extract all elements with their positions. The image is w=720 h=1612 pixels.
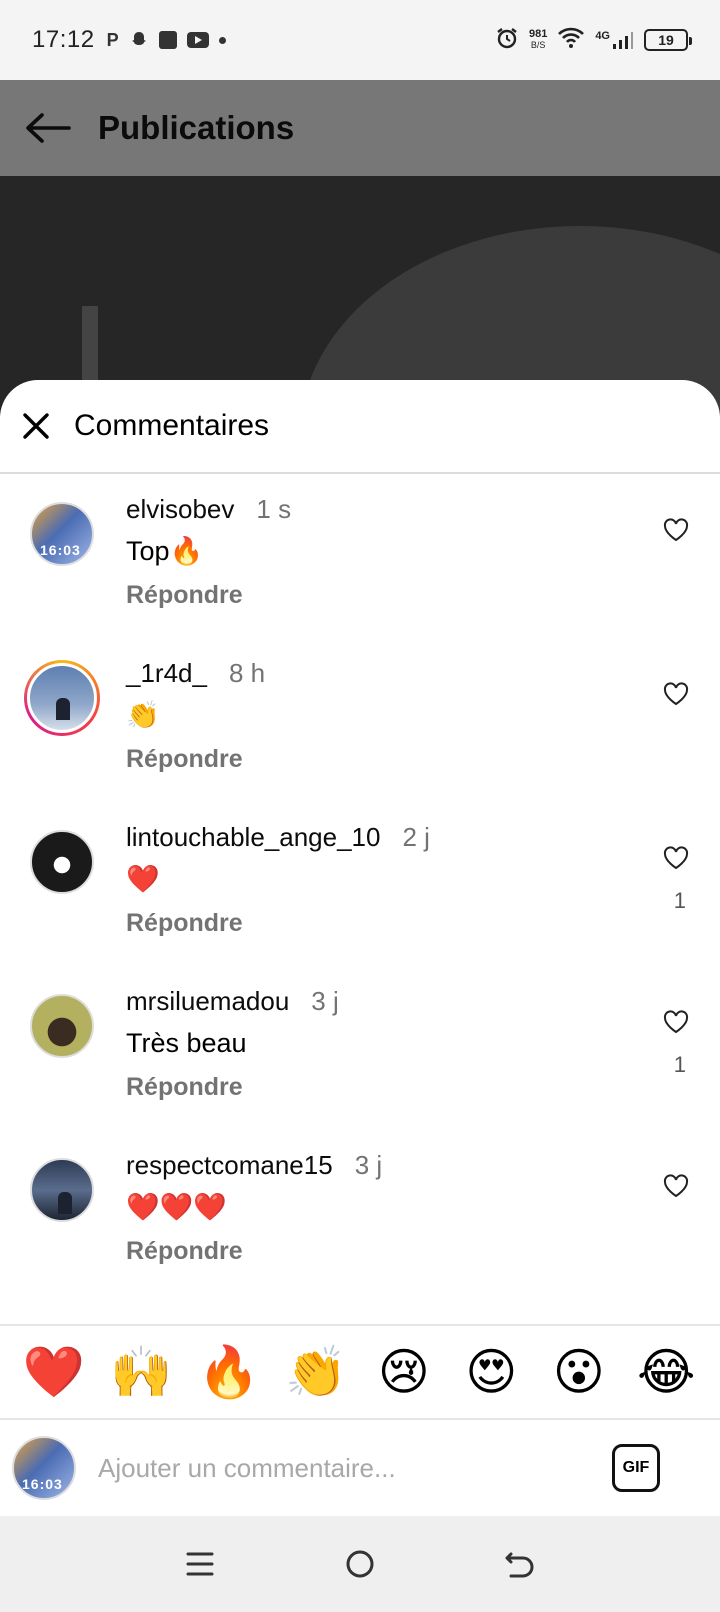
emoji-fire-button[interactable]: 🔥 (194, 1342, 264, 1402)
comments-list: 16:03 elvisobev 1 s Top🔥 Répondre _1r4d_… (0, 476, 720, 1296)
wifi-icon (557, 27, 585, 54)
comment-text: ❤️ (126, 864, 160, 894)
menu-icon[interactable] (176, 1540, 224, 1588)
comment-item: _1r4d_ 8 h 👏 Répondre (0, 640, 720, 804)
square-icon (158, 31, 177, 49)
like-heart-icon[interactable] (662, 680, 690, 708)
avatar (30, 994, 94, 1058)
comment-avatar[interactable] (28, 828, 96, 896)
like-count: 1 (673, 1052, 686, 1077)
avatar-figure (56, 698, 70, 720)
comment-username[interactable]: respectcomane15 (126, 1150, 333, 1181)
emoji-heart-button[interactable]: ❤️ (19, 1342, 89, 1402)
avatar (30, 1158, 94, 1222)
notification-icons: P (107, 30, 226, 51)
home-circle-icon[interactable] (336, 1540, 384, 1588)
avatar-badge-text: 16:03 (40, 542, 81, 558)
avatar-figure (58, 1192, 72, 1214)
status-bar: 17:12 P 981 B/S 4G 19 (0, 0, 720, 80)
comment-time: 8 h (228, 658, 266, 688)
net-speed-unit: B/S (530, 40, 546, 50)
comment-text: ❤️❤️❤️ (126, 1192, 227, 1222)
reply-button[interactable]: Répondre (126, 909, 640, 938)
youtube-icon (186, 32, 209, 48)
like-heart-icon[interactable] (662, 516, 690, 544)
comment-avatar[interactable]: 16:03 (28, 500, 96, 568)
net-speed-value: 981 (528, 28, 548, 40)
comment-item: lintouchable_ange_10 2 j ❤️ Répondre 1 (0, 804, 720, 968)
avatar: 16:03 (30, 502, 94, 566)
comment-text: 👏 (126, 700, 160, 730)
dot-icon (218, 36, 226, 44)
comment-username[interactable]: _1r4d_ (126, 658, 207, 689)
avatar (30, 830, 94, 894)
comment-username[interactable]: elvisobev (126, 494, 234, 525)
comments-sheet-header: Commentaires (0, 380, 720, 474)
status-time: 17:12 (32, 26, 95, 53)
comment-item: 16:03 elvisobev 1 s Top🔥 Répondre (0, 476, 720, 640)
emoji-quick-bar: ❤️ 🙌 🔥 👏 😢 😍 😮 😂 (0, 1324, 720, 1420)
close-icon[interactable] (20, 410, 52, 442)
emoji-laughing-button[interactable]: 😂 (631, 1342, 701, 1402)
comment-username[interactable]: mrsiluemadou (126, 986, 289, 1017)
comment-username[interactable]: lintouchable_ange_10 (126, 822, 380, 853)
system-nav-bar (0, 1516, 720, 1612)
comment-time: 2 j (402, 822, 430, 852)
gif-button[interactable]: GIF (612, 1444, 660, 1492)
snapchat-icon (129, 30, 149, 50)
back-icon[interactable] (496, 1540, 544, 1588)
emoji-raised-hands-button[interactable]: 🙌 (106, 1342, 176, 1402)
like-heart-icon[interactable] (662, 1172, 690, 1200)
battery-level: 19 (658, 32, 674, 48)
app-bar: Publications (0, 80, 720, 176)
reply-button[interactable]: Répondre (126, 581, 640, 610)
own-avatar: 16:03 (12, 1436, 76, 1500)
emoji-clap-button[interactable]: 👏 (281, 1342, 351, 1402)
alarm-icon (495, 26, 519, 55)
network-type: 4G (595, 30, 610, 42)
reply-button[interactable]: Répondre (126, 745, 640, 774)
comment-text: Top🔥 (126, 536, 204, 566)
comment-avatar[interactable] (28, 1156, 96, 1224)
comment-input[interactable]: Ajouter un commentaire... (98, 1453, 612, 1484)
comment-avatar-story-ring[interactable] (24, 660, 100, 736)
comment-composer: 16:03 Ajouter un commentaire... GIF (0, 1420, 720, 1516)
page-title: Publications (98, 109, 295, 146)
comment-time: 3 j (354, 1150, 383, 1180)
reply-button[interactable]: Répondre (126, 1237, 640, 1266)
comment-text: Très beau (126, 1027, 247, 1058)
signal-icon: 4G (595, 30, 634, 50)
avatar (27, 663, 97, 733)
net-speed: 981 B/S (529, 29, 547, 51)
p-icon: P (106, 29, 119, 50)
comment-item: respectcomane15 3 j ❤️❤️❤️ Répondre (0, 1132, 720, 1296)
like-count: 1 (673, 888, 686, 913)
comment-item: mrsiluemadou 3 j Très beau Répondre 1 (0, 968, 720, 1132)
back-arrow-icon[interactable] (24, 104, 72, 152)
comments-title: Commentaires (74, 409, 270, 442)
comment-avatar[interactable] (28, 992, 96, 1060)
like-heart-icon[interactable] (662, 1008, 690, 1036)
reply-button[interactable]: Répondre (126, 1073, 640, 1102)
comment-time: 1 s (256, 494, 292, 524)
emoji-heart-eyes-button[interactable]: 😍 (456, 1342, 526, 1402)
avatar-badge-text: 16:03 (22, 1476, 63, 1492)
battery-icon: 19 (644, 29, 692, 51)
emoji-sad-button[interactable]: 😢 (369, 1342, 439, 1402)
comment-time: 3 j (311, 986, 339, 1016)
emoji-surprised-button[interactable]: 😮 (544, 1342, 614, 1402)
like-heart-icon[interactable] (662, 844, 690, 872)
